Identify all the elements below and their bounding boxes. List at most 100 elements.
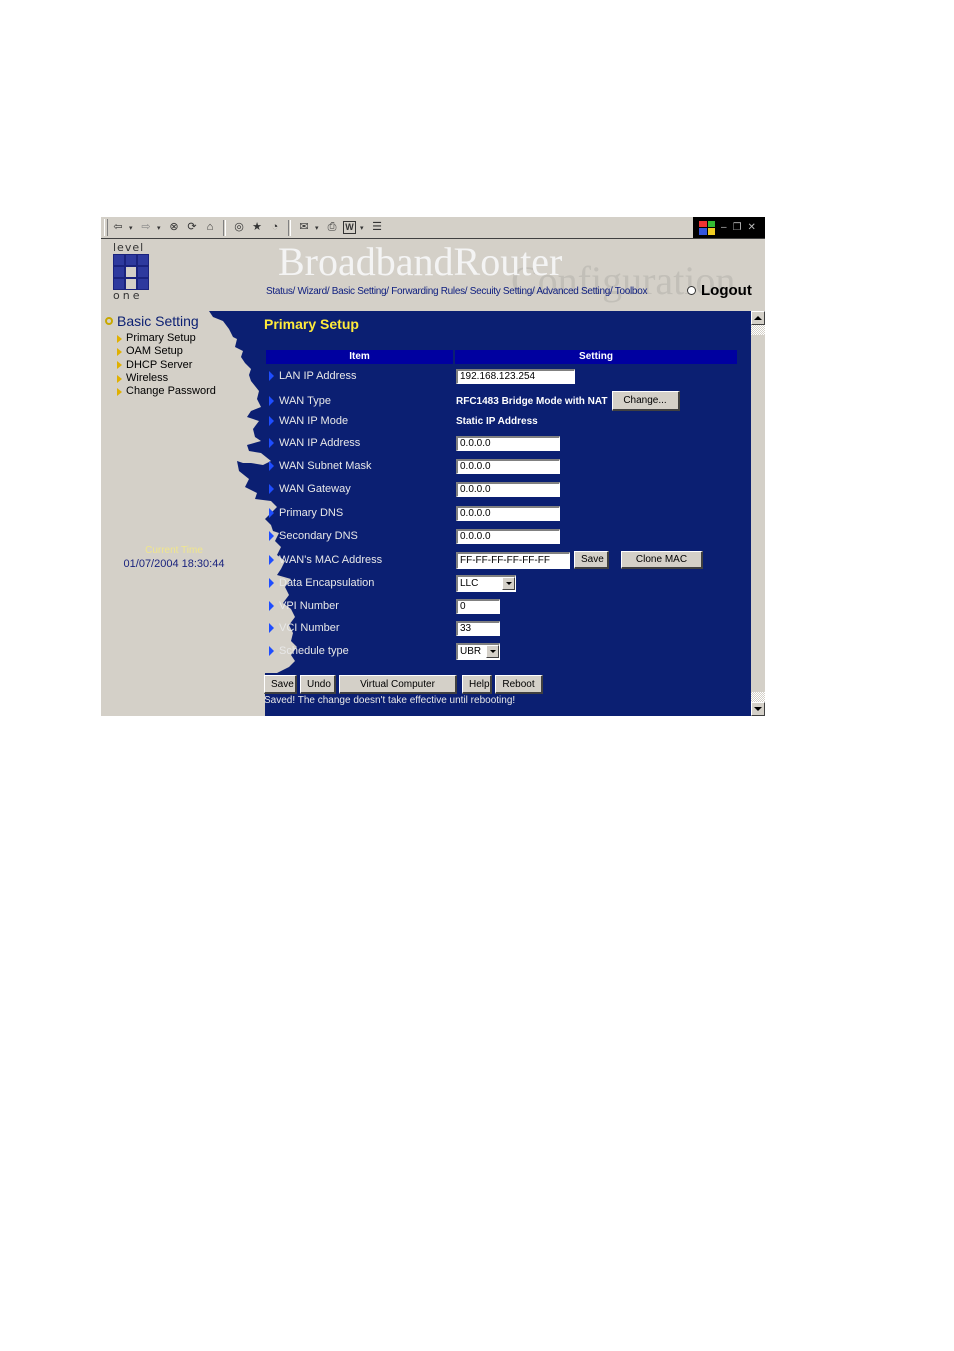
secondary-dns-input[interactable]: [456, 528, 560, 544]
mail-dropdown-icon[interactable]: ▾: [315, 224, 321, 232]
toolbar-separator: [223, 219, 226, 236]
vertical-scrollbar[interactable]: [751, 311, 765, 716]
favorites-icon[interactable]: ★: [250, 221, 264, 235]
arrow-bullet-icon: [269, 461, 274, 471]
action-buttons: Save Undo Virtual Computer Help Reboot: [264, 675, 543, 694]
table-row-schedule-type: Schedule type UBR: [269, 641, 500, 661]
print-icon[interactable]: ⎙: [325, 221, 339, 235]
change-wan-type-button[interactable]: Change...: [611, 391, 680, 411]
discuss-icon[interactable]: ☰: [370, 221, 384, 235]
row-label: WAN Subnet Mask: [279, 460, 372, 472]
forward-dropdown-icon[interactable]: ▾: [157, 224, 163, 232]
table-row-wan-type: WAN Type RFC1483 Bridge Mode with NAT Cha…: [269, 391, 680, 411]
toolbar-grip[interactable]: [104, 219, 108, 236]
stop-icon[interactable]: ⊗: [167, 221, 181, 235]
reboot-button[interactable]: Reboot: [495, 675, 543, 694]
nav-wizard[interactable]: Wizard/: [298, 286, 330, 297]
undo-button[interactable]: Undo: [300, 675, 336, 694]
levelone-logo: level one: [113, 242, 151, 302]
help-button[interactable]: Help: [462, 675, 492, 694]
table-row-vpi: VPI Number: [269, 596, 500, 616]
arrow-bullet-icon: [269, 396, 274, 406]
table-row-wan-ip: WAN IP Address: [269, 433, 560, 453]
page-header: level one Configuration BroadbandRouter …: [101, 239, 765, 305]
table-header: Item Setting: [266, 350, 737, 364]
back-dropdown-icon[interactable]: ▾: [129, 224, 135, 232]
virtual-computer-button[interactable]: Virtual Computer: [339, 675, 457, 694]
scroll-thumb[interactable]: [751, 325, 765, 335]
clone-mac-button[interactable]: Clone MAC: [621, 551, 703, 569]
sidebar-item-wireless[interactable]: Wireless: [117, 372, 216, 385]
table-row-lan-ip: LAN IP Address: [269, 366, 575, 386]
nav-security-setting[interactable]: Secuity Setting/: [470, 286, 535, 297]
brand-title: BroadbandRouter: [278, 239, 563, 284]
wan-ip-input[interactable]: [456, 435, 560, 451]
scroll-down-button[interactable]: [751, 702, 765, 716]
minimize-icon[interactable]: –: [721, 222, 727, 233]
nav-toolbox[interactable]: Toolbox: [615, 286, 648, 297]
windows-logo-icon: [699, 220, 715, 235]
lan-ip-input[interactable]: [456, 368, 575, 384]
sidebar-title[interactable]: Basic Setting: [105, 313, 199, 329]
arrow-bullet-icon: [269, 623, 274, 633]
edit-icon[interactable]: W: [343, 221, 356, 234]
top-nav: Status/ Wizard/ Basic Setting/ Forwardin…: [266, 286, 647, 297]
logo-text-bottom: one: [113, 289, 143, 302]
restore-icon[interactable]: ❐: [733, 222, 742, 233]
close-icon[interactable]: ✕: [748, 222, 756, 233]
arrow-bullet-icon: [269, 484, 274, 494]
search-icon[interactable]: ◎: [232, 221, 246, 235]
select-value: UBR: [460, 646, 482, 657]
chevron-down-icon[interactable]: [486, 645, 499, 658]
sidebar-item-change-password[interactable]: Change Password: [117, 385, 216, 398]
wan-mac-input[interactable]: [456, 551, 570, 569]
page-title: Primary Setup: [264, 316, 359, 332]
table-row-wan-ip-mode: WAN IP Mode Static IP Address: [269, 411, 538, 431]
nav-forwarding-rules[interactable]: Forwarding Rules/: [391, 286, 467, 297]
browser-toolbar: ⇦ ▾ ⇨ ▾ ⊗ ⟳ ⌂ ◎ ★ ◔ ✉ ▾ ⎙ W ▾ ☰ – ❐ ✕: [101, 217, 765, 239]
mail-icon[interactable]: ✉: [297, 221, 311, 235]
triangle-bullet-icon: [117, 374, 122, 383]
row-label: Primary DNS: [279, 507, 344, 519]
triangle-bullet-icon: [117, 387, 122, 396]
logout-label: Logout: [701, 282, 752, 299]
vpi-input[interactable]: [456, 598, 500, 614]
arrow-bullet-icon: [269, 531, 274, 541]
nav-advanced-setting[interactable]: Advanced Setting/: [536, 286, 612, 297]
logo-grid-icon: [113, 254, 149, 290]
schedule-type-select[interactable]: UBR: [456, 642, 500, 660]
edit-dropdown-icon[interactable]: ▾: [360, 224, 366, 232]
current-time-value: 01/07/2004 18:30:44: [123, 558, 225, 570]
sidebar-item-primary-setup[interactable]: Primary Setup: [117, 332, 216, 345]
content-frame: Basic Setting Primary Setup OAM Setup DH…: [101, 311, 751, 716]
nav-status[interactable]: Status/: [266, 286, 295, 297]
arrow-bullet-icon: [269, 646, 274, 656]
arrow-down-icon: [754, 707, 762, 711]
sidebar-item-dhcp-server[interactable]: DHCP Server: [117, 359, 216, 372]
save-mac-button[interactable]: Save: [574, 551, 609, 569]
row-label: Secondary DNS: [279, 530, 358, 542]
vci-input[interactable]: [456, 620, 500, 636]
save-button[interactable]: Save: [264, 675, 297, 694]
history-icon[interactable]: ◔: [268, 221, 282, 235]
home-icon[interactable]: ⌂: [203, 221, 217, 235]
sidebar-item-oam-setup[interactable]: OAM Setup: [117, 345, 216, 358]
column-header-item: Item: [266, 350, 453, 364]
wan-subnet-mask-input[interactable]: [456, 458, 560, 474]
refresh-icon[interactable]: ⟳: [185, 221, 199, 235]
sidebar-item-label: DHCP Server: [126, 358, 193, 371]
wan-gateway-input[interactable]: [456, 481, 560, 497]
row-label: WAN's MAC Address: [279, 554, 383, 566]
sidebar-title-label: Basic Setting: [117, 313, 199, 329]
forward-icon[interactable]: ⇨: [139, 221, 153, 235]
sidebar-item-label: Primary Setup: [126, 332, 196, 344]
sidebar-item-label: Change Password: [126, 385, 216, 398]
scroll-up-button[interactable]: [751, 311, 765, 325]
logout-link[interactable]: Logout: [687, 282, 752, 299]
chevron-down-icon[interactable]: [502, 577, 515, 590]
nav-basic-setting[interactable]: Basic Setting/: [332, 286, 389, 297]
back-icon[interactable]: ⇦: [111, 221, 125, 235]
primary-dns-input[interactable]: [456, 505, 560, 521]
data-encapsulation-select[interactable]: LLC: [456, 574, 516, 592]
window-controls: – ❐ ✕: [693, 217, 765, 238]
